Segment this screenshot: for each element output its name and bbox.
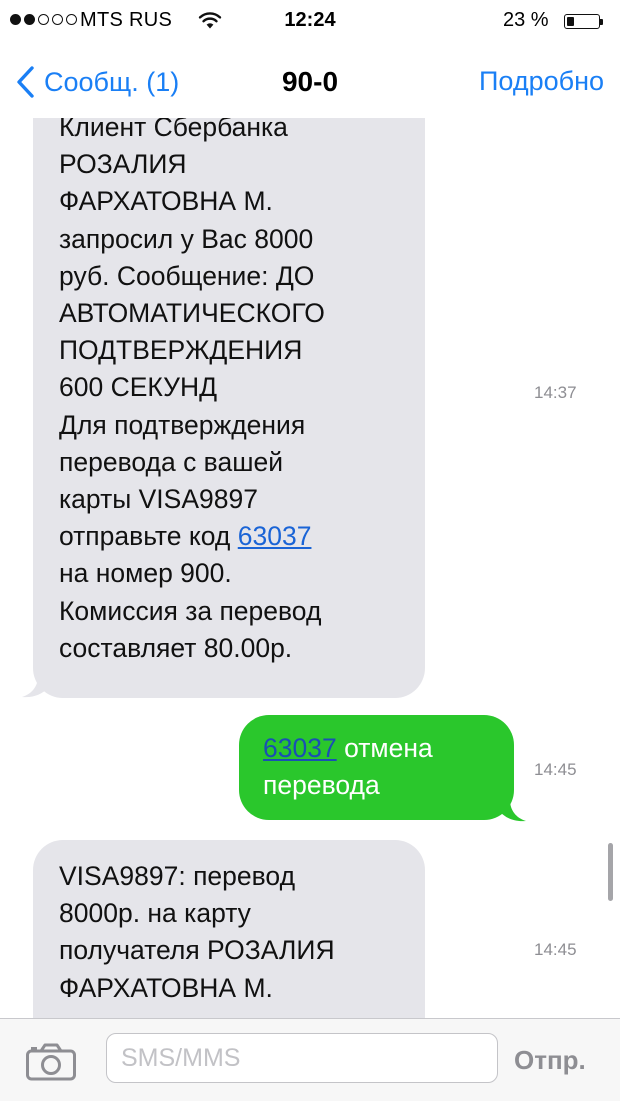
status-bar: MTS RUS 12:24 23 % [0,0,620,44]
battery-icon [564,14,600,29]
outgoing-message-bubble[interactable]: 63037 отмена перевода [239,715,514,820]
message-text: VISA9897: перевод 8000р. на карту получа… [59,861,335,1003]
camera-icon[interactable] [26,1043,76,1081]
message-list[interactable]: Клиент Сбербанка РОЗАЛИЯ ФАРХАТОВНА М. з… [0,118,620,1018]
bubble-tail [500,800,526,822]
details-button[interactable]: Подробно [479,66,604,97]
code-link[interactable]: 63037 [263,733,337,763]
code-link[interactable]: 63037 [238,521,312,551]
scrollbar[interactable] [608,843,613,901]
battery-percent: 23 % [503,9,549,31]
bubble-tail [22,676,48,698]
navigation-bar: Сообщ. (1) 90-0 Подробно [0,44,620,116]
message-time: 14:45 [534,760,577,779]
send-button[interactable]: Отпр. [514,1045,586,1076]
battery-tip [600,19,603,25]
incoming-message-bubble[interactable]: VISA9897: перевод 8000р. на карту получа… [33,840,425,1018]
message-text: Клиент Сбербанка РОЗАЛИЯ ФАРХАТОВНА М. з… [59,118,325,552]
message-text: на номер 900. Комиссия за перевод состав… [59,558,322,663]
battery-level [567,17,574,26]
message-time: 14:37 [534,383,577,402]
incoming-message-bubble[interactable]: Клиент Сбербанка РОЗАЛИЯ ФАРХАТОВНА М. з… [33,118,425,698]
message-composer: Отпр. [0,1018,620,1101]
message-time: 14:45 [534,940,577,959]
message-input[interactable] [106,1033,498,1083]
